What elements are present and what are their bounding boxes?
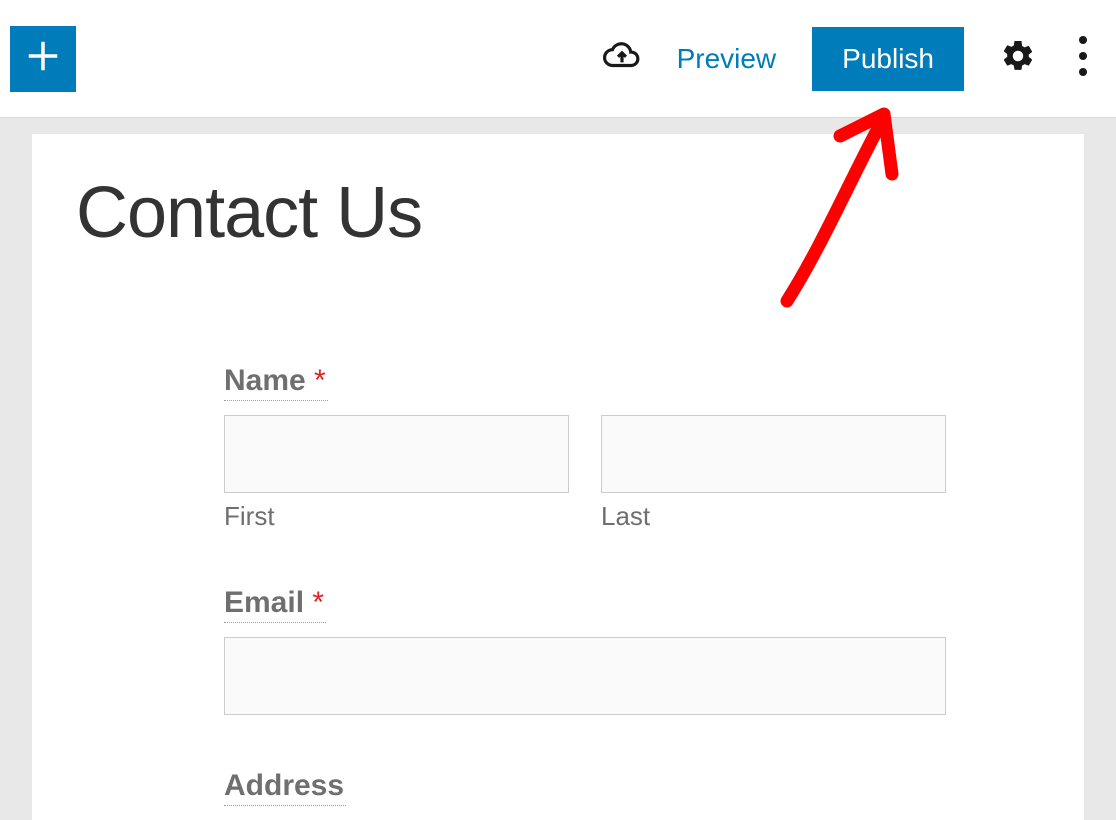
email-field: Email * — [224, 586, 946, 715]
add-block-button[interactable] — [10, 26, 76, 92]
first-name-input[interactable] — [224, 415, 569, 493]
name-label-text: Name — [224, 364, 314, 397]
editor-canvas: Contact Us Name * First Last — [0, 118, 1116, 820]
contact-form: Name * First Last Email * — [76, 364, 1040, 820]
page-title[interactable]: Contact Us — [76, 172, 1040, 254]
name-field: Name * First Last — [224, 364, 946, 532]
last-name-input[interactable] — [601, 415, 946, 493]
name-label: Name * — [224, 364, 328, 401]
settings-button[interactable] — [1000, 38, 1036, 79]
preview-button[interactable]: Preview — [677, 43, 777, 75]
publish-button[interactable]: Publish — [812, 27, 964, 91]
first-name-sublabel: First — [224, 501, 569, 532]
editor-toolbar: Preview Publish — [0, 0, 1116, 118]
email-input[interactable] — [224, 637, 946, 715]
required-mark: * — [314, 364, 326, 397]
toolbar-actions: Preview Publish — [603, 27, 1094, 91]
cloud-upload-icon[interactable] — [603, 37, 641, 80]
address-label: Address — [224, 769, 346, 806]
last-name-sublabel: Last — [601, 501, 946, 532]
more-options-button[interactable] — [1072, 36, 1094, 81]
plus-icon — [24, 37, 62, 80]
kebab-menu-icon — [1078, 36, 1088, 81]
address-field: Address — [224, 769, 946, 820]
email-label: Email * — [224, 586, 326, 623]
gear-icon — [1000, 38, 1036, 79]
email-label-text: Email — [224, 586, 312, 619]
required-mark: * — [312, 586, 324, 619]
page: Contact Us Name * First Last — [32, 134, 1084, 820]
